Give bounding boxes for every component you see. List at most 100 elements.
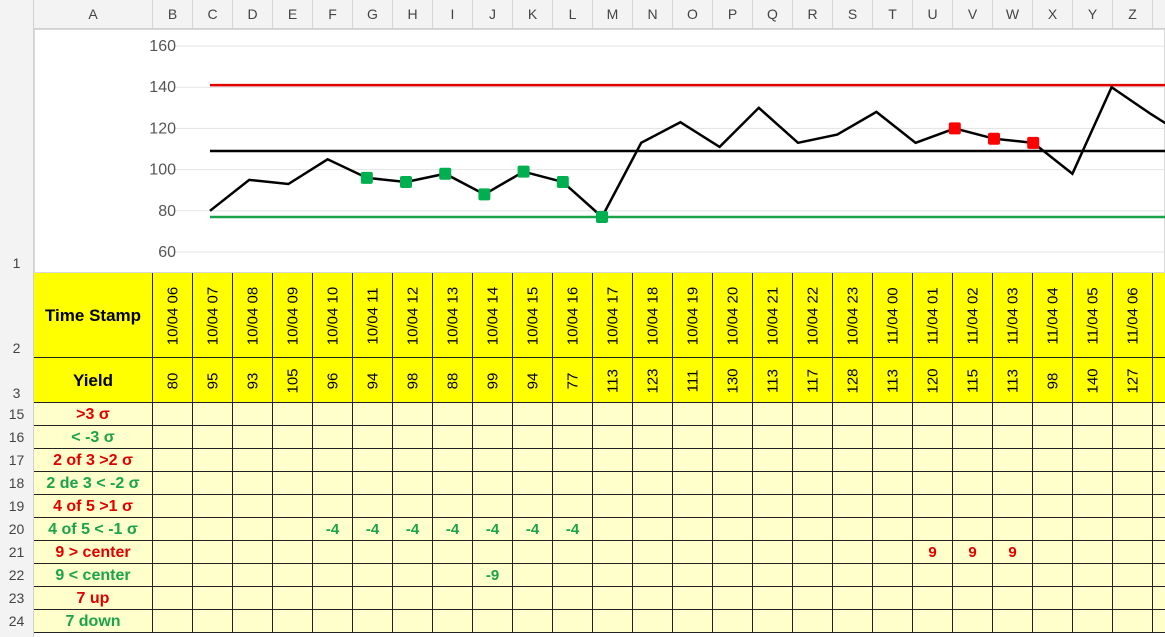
rule-cell[interactable] (993, 495, 1033, 518)
rule-cell[interactable] (353, 495, 393, 518)
rule-cell[interactable] (993, 449, 1033, 472)
timestamp-cell[interactable]: 10/04 09 (273, 273, 313, 358)
rule-cell[interactable] (1113, 472, 1153, 495)
rule-cell[interactable] (313, 587, 353, 610)
rule-cell[interactable] (673, 541, 713, 564)
rule-cell[interactable] (833, 472, 873, 495)
rule-cell[interactable] (633, 610, 673, 633)
rule-cell[interactable] (1113, 541, 1153, 564)
rule-cell[interactable] (273, 403, 313, 426)
rule-cell[interactable] (1113, 610, 1153, 633)
rule-cell[interactable] (713, 564, 753, 587)
column-header-d[interactable]: D (233, 0, 273, 28)
rule-cell[interactable] (793, 541, 833, 564)
column-header-e[interactable]: E (273, 0, 313, 28)
rule-cell[interactable] (953, 449, 993, 472)
timestamp-cell[interactable]: 10/04 16 (553, 273, 593, 358)
rule-cell[interactable] (153, 564, 193, 587)
rule-cell[interactable] (313, 426, 353, 449)
yield-cell[interactable]: 113 (993, 358, 1033, 403)
rule-cell[interactable] (833, 610, 873, 633)
rule-cell[interactable] (433, 564, 473, 587)
rule-cell[interactable] (833, 403, 873, 426)
rule-cell[interactable] (193, 564, 233, 587)
rule-cell[interactable] (713, 610, 753, 633)
rule-cell[interactable] (433, 495, 473, 518)
rule-cell[interactable] (873, 472, 913, 495)
rule-cell[interactable] (833, 541, 873, 564)
yield-cell[interactable]: 94 (513, 358, 553, 403)
yield-cell[interactable]: 88 (433, 358, 473, 403)
rule-cell[interactable] (273, 472, 313, 495)
rule-cell[interactable] (433, 541, 473, 564)
rule-cell[interactable] (713, 518, 753, 541)
rule-cell[interactable] (1033, 610, 1073, 633)
rule-cell[interactable] (913, 426, 953, 449)
rule-cell[interactable] (593, 403, 633, 426)
rule-cell[interactable] (393, 449, 433, 472)
rule-label[interactable]: 7 down (34, 610, 153, 633)
rule-cell[interactable] (593, 564, 633, 587)
rule-cell[interactable] (273, 564, 313, 587)
column-header-p[interactable]: P (713, 0, 753, 28)
rule-cell[interactable] (793, 449, 833, 472)
rule-cell[interactable] (593, 472, 633, 495)
row-header-3[interactable]: 3 (0, 358, 33, 403)
timestamp-cell[interactable]: 11/04 04 (1033, 273, 1073, 358)
rule-cell[interactable] (353, 403, 393, 426)
rule-cell[interactable] (233, 564, 273, 587)
rule-cell[interactable] (233, 610, 273, 633)
timestamp-cell[interactable]: 10/04 15 (513, 273, 553, 358)
rule-cell[interactable] (793, 426, 833, 449)
yield-cell[interactable]: 98 (1033, 358, 1073, 403)
rule-cell[interactable] (793, 564, 833, 587)
rule-cell[interactable] (1113, 587, 1153, 610)
rule-cell[interactable] (793, 495, 833, 518)
timestamp-cell[interactable]: 11/04 02 (953, 273, 993, 358)
rule-cell[interactable] (353, 426, 393, 449)
rule-cell[interactable] (633, 518, 673, 541)
column-header-c[interactable]: C (193, 0, 233, 28)
rule-cell[interactable] (1073, 426, 1113, 449)
yield-cell[interactable]: 127 (1113, 358, 1153, 403)
rule-cell[interactable] (553, 610, 593, 633)
yield-cell[interactable]: 111 (673, 358, 713, 403)
rule-cell[interactable] (153, 403, 193, 426)
select-all-corner[interactable] (0, 0, 34, 28)
rule-cell[interactable] (193, 610, 233, 633)
rule-cell[interactable] (873, 564, 913, 587)
column-header-f[interactable]: F (313, 0, 353, 28)
column-header-a[interactable]: A (34, 0, 153, 28)
rule-cell[interactable] (273, 518, 313, 541)
rule-cell[interactable] (673, 587, 713, 610)
rule-cell[interactable] (713, 449, 753, 472)
rule-cell[interactable] (593, 541, 633, 564)
rule-cell[interactable] (193, 426, 233, 449)
rule-cell[interactable] (513, 564, 553, 587)
rule-cell[interactable] (1153, 587, 1165, 610)
timestamp-cell[interactable]: 10/04 06 (153, 273, 193, 358)
rule-cell[interactable] (393, 426, 433, 449)
rule-cell[interactable] (273, 610, 313, 633)
timestamp-cell[interactable]: 10/04 18 (633, 273, 673, 358)
rule-cell[interactable]: -4 (473, 518, 513, 541)
rule-cell[interactable] (913, 403, 953, 426)
row-header-17[interactable]: 17 (0, 449, 33, 472)
rule-cell[interactable] (513, 610, 553, 633)
rule-cell[interactable]: -4 (353, 518, 393, 541)
rule-cell[interactable] (553, 449, 593, 472)
rule-cell[interactable] (1073, 403, 1113, 426)
timestamp-cell[interactable]: 10/04 13 (433, 273, 473, 358)
rule-cell[interactable] (1033, 449, 1073, 472)
rule-cell[interactable] (753, 472, 793, 495)
rule-cell[interactable] (193, 518, 233, 541)
yield-cell[interactable]: 80 (153, 358, 193, 403)
row-header-2[interactable]: 2 (0, 273, 33, 358)
rule-cell[interactable] (753, 495, 793, 518)
column-header-r[interactable]: R (793, 0, 833, 28)
row-header-22[interactable]: 22 (0, 564, 33, 587)
rule-cell[interactable] (473, 449, 513, 472)
rule-cell[interactable] (1153, 472, 1165, 495)
rule-cell[interactable] (753, 587, 793, 610)
rule-cell[interactable] (953, 495, 993, 518)
